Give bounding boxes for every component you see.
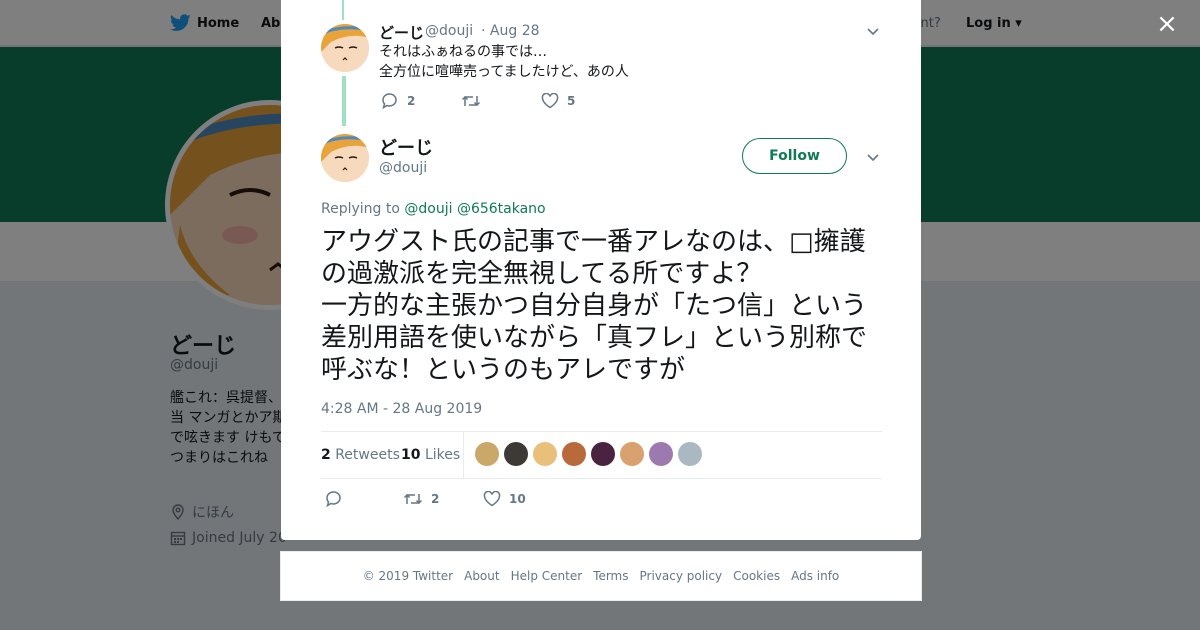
like-action[interactable]: 10 [483, 491, 526, 507]
footer-cookies-link[interactable]: Cookies [733, 569, 780, 583]
reply-action[interactable] [325, 490, 403, 508]
stats-divider [463, 432, 464, 478]
retweet-action[interactable] [461, 93, 541, 109]
retweet-count: 2 [431, 492, 440, 506]
main-tweet-timestamp: 4:28 AM - 28 Aug 2019 [321, 401, 483, 417]
follow-button[interactable]: Follow [742, 138, 847, 174]
likes-stat-count: 10 [401, 447, 421, 463]
parent-tweet-actions: 2 5 [381, 92, 575, 110]
retweets-stat-count: 2 [321, 447, 331, 463]
liker-avatar[interactable] [504, 442, 528, 466]
parent-tweet-text: それはふぁねるの事では… 全方位に喧嘩売ってましたけど、あの人 [379, 44, 629, 80]
reply-icon [382, 93, 397, 110]
liker-avatar[interactable] [649, 442, 673, 466]
main-tweet-actions: 2 10 [325, 490, 526, 508]
footer-about-link[interactable]: About [464, 569, 499, 583]
footer-terms-link[interactable]: Terms [593, 569, 628, 583]
likes-stat-label: Likes [424, 447, 461, 463]
like-count: 5 [567, 94, 576, 108]
liker-avatar[interactable] [591, 442, 615, 466]
heart-icon [483, 491, 501, 507]
tweet-stats: 2 Retweets 10 Likes [321, 431, 882, 479]
parent-tweet-date[interactable]: · Aug 28 [481, 23, 540, 39]
liker-avatar[interactable] [475, 442, 499, 466]
thread-connector [342, 76, 346, 126]
replying-to: Replying to @douji @656takano [321, 201, 546, 217]
main-tweet-author-handle[interactable]: @douji [379, 160, 427, 176]
liker-avatar[interactable] [678, 442, 702, 466]
parent-tweet-avatar[interactable] [321, 24, 369, 72]
replying-to-label: Replying to [321, 201, 400, 217]
retweets-stat[interactable]: 2 Retweets [321, 447, 400, 463]
parent-tweet-author-handle[interactable]: @douji [425, 23, 473, 39]
like-count: 10 [509, 492, 526, 506]
close-modal-button[interactable]: × [1155, 11, 1179, 37]
footer-privacy-link[interactable]: Privacy policy [640, 569, 723, 583]
footer-copyright: © 2019 Twitter [362, 569, 454, 583]
liker-avatar[interactable] [533, 442, 557, 466]
main-tweet-author-name[interactable]: どーじ [379, 134, 433, 160]
chevron-down-icon[interactable] [866, 150, 880, 164]
reply-count: 2 [407, 94, 416, 108]
mention-link[interactable]: @656takano [457, 201, 546, 217]
reply-icon [326, 491, 341, 508]
thread-connector-top [342, 0, 344, 20]
mention-link[interactable]: @douji [404, 201, 452, 217]
footer-ads-link[interactable]: Ads info [791, 569, 839, 583]
liker-avatars [475, 442, 702, 466]
main-tweet-avatar[interactable] [321, 134, 369, 182]
like-action[interactable]: 5 [541, 93, 575, 109]
tweet-permalink-modal: どーじ @douji · Aug 28 それはふぁねるの事では… 全方位に喧嘩売… [281, 0, 921, 540]
footer-help-link[interactable]: Help Center [511, 569, 583, 583]
reply-action[interactable]: 2 [381, 92, 461, 110]
chevron-down-icon[interactable] [866, 24, 880, 38]
avatar-art [321, 134, 369, 182]
liker-avatar[interactable] [562, 442, 586, 466]
avatar-art [321, 24, 369, 72]
liker-avatar[interactable] [620, 442, 644, 466]
footer: © 2019 Twitter About Help Center Terms P… [280, 551, 922, 601]
parent-tweet-author-name[interactable]: どーじ [379, 22, 424, 43]
retweet-icon [403, 493, 423, 505]
retweet-action[interactable]: 2 [403, 491, 483, 507]
heart-icon [541, 93, 559, 109]
retweet-icon [461, 95, 481, 107]
likes-stat[interactable]: 10 Likes [401, 447, 460, 463]
retweets-stat-label: Retweets [335, 447, 400, 463]
main-tweet-text: アウグスト氏の記事で一番アレなのは、□擁護の過激派を完全無視してる所ですよ？ 一… [321, 227, 868, 385]
